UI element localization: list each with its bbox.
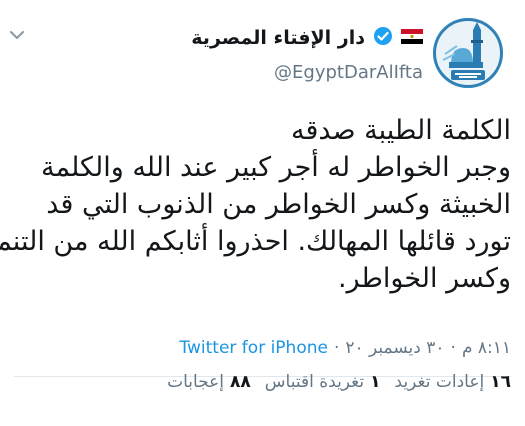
- likes-label: إعجابات: [167, 372, 225, 392]
- tweet-time[interactable]: ٨:١١ م: [462, 338, 511, 358]
- tweet-meta: ٨:١١ م · ٣٠ ديسمبر ٢٠ · Twitter for iPho…: [179, 338, 511, 358]
- tweet-stats: ١٦ إعادات تغريد ١ تغريدة اقتباس ٨٨ إعجاب…: [167, 372, 511, 392]
- tweet-source-link[interactable]: Twitter for iPhone: [179, 338, 328, 358]
- avatar[interactable]: [433, 18, 503, 88]
- name-row: دار الإفتاء المصرية: [191, 26, 423, 50]
- quotes-label: تغريدة اقتباس: [264, 372, 365, 392]
- retweets-count: ١٦: [490, 372, 511, 392]
- likes-stat[interactable]: ٨٨ إعجابات: [167, 372, 251, 392]
- likes-count: ٨٨: [230, 372, 251, 392]
- tweet-text-line: وكسر الخواطر.: [337, 263, 511, 294]
- meta-separator: ·: [450, 338, 456, 358]
- verified-badge-icon: [373, 26, 393, 50]
- quotes-stat[interactable]: ١ تغريدة اقتباس: [265, 372, 381, 392]
- tweet-text-line: تورد قائلها المهالك. احذروا أثابكم الله …: [0, 226, 511, 257]
- quotes-count: ١: [370, 372, 381, 392]
- display-name[interactable]: دار الإفتاء المصرية: [191, 27, 365, 49]
- egypt-flag-icon: [401, 28, 423, 48]
- retweets-label: إعادات تغريد: [394, 372, 485, 392]
- retweets-stat[interactable]: ١٦ إعادات تغريد: [395, 372, 511, 392]
- user-handle[interactable]: @EgyptDarAlIfta: [274, 62, 423, 83]
- tweet-text-line: وجبر الخواطر له أجر كبير عند الله والكلم…: [41, 152, 511, 183]
- tweet-text: الكلمة الطيبة صدقه وجبر الخواطر له أجر ك…: [0, 112, 511, 297]
- tweet-text-line: الخبيثة وكسر الخواطر من الذنوب التي قد: [46, 189, 511, 220]
- tweet-date[interactable]: ٣٠ ديسمبر ٢٠: [345, 338, 444, 358]
- tweet-text-line: الكلمة الطيبة صدقه: [291, 115, 511, 146]
- tweet-card: دار الإفتاء المصرية @EgyptDarAlIfta الكل…: [0, 0, 525, 426]
- meta-separator: ·: [333, 338, 340, 358]
- chevron-down-icon[interactable]: [8, 28, 26, 42]
